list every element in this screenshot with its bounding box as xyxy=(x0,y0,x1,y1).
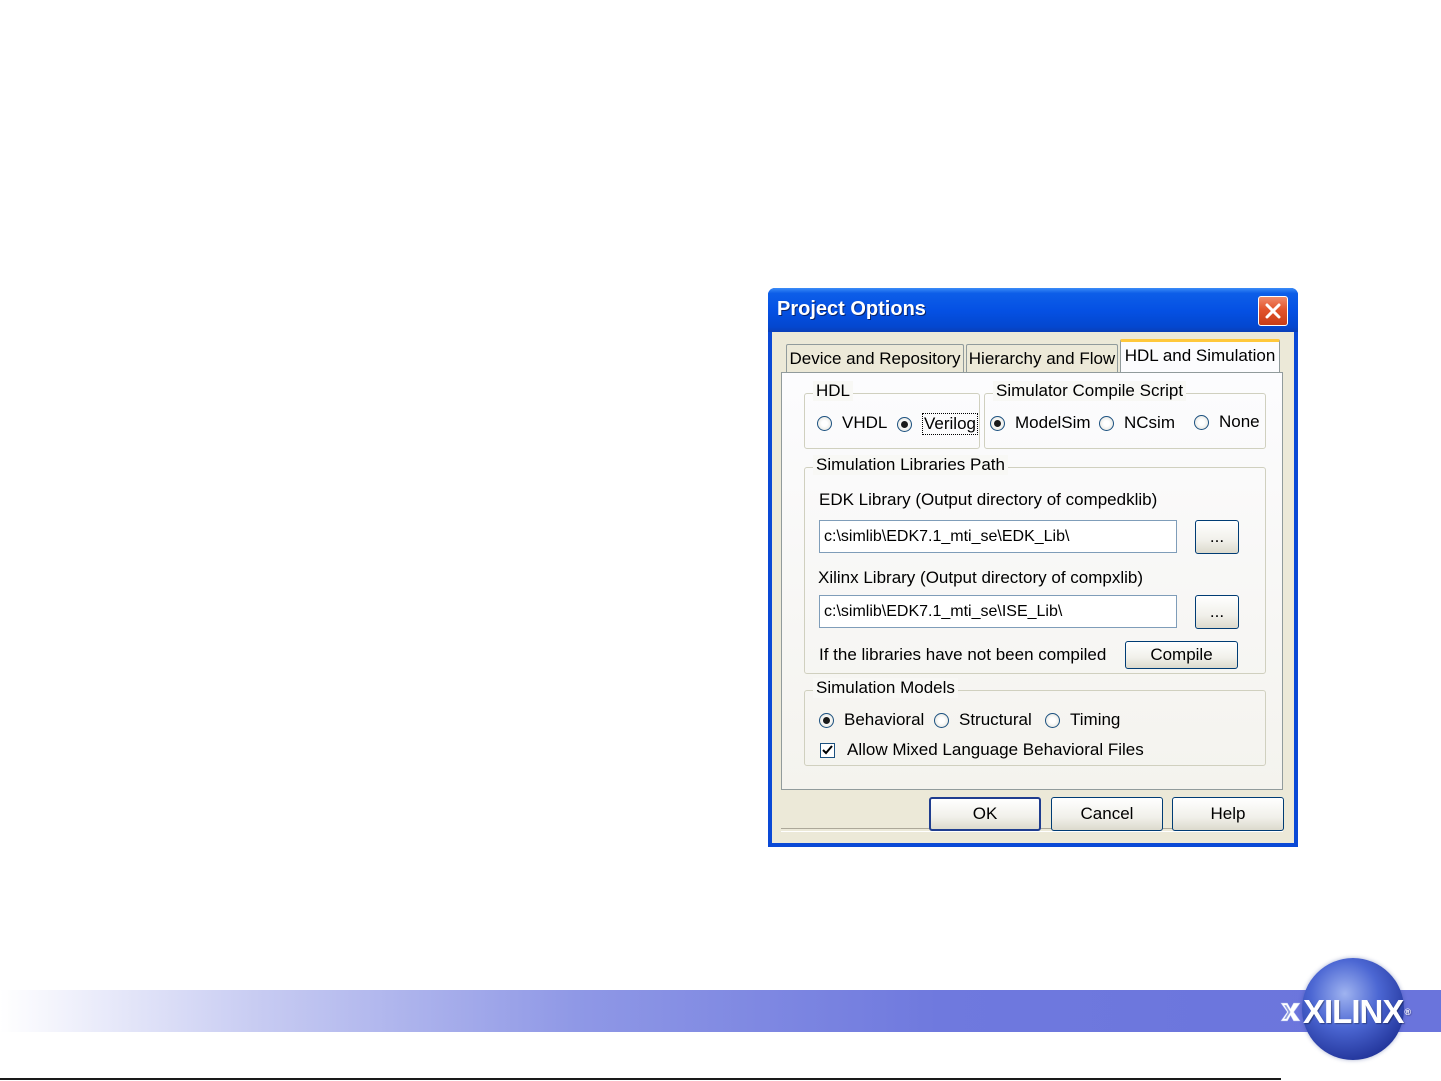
xilinx-logo-text: XILINX xyxy=(1303,993,1404,1030)
radio-behavioral[interactable]: Behavioral xyxy=(819,710,924,730)
models-group-legend: Simulation Models xyxy=(813,678,958,698)
simulation-models-group: Simulation Models Behavioral Structural … xyxy=(804,678,1266,766)
radio-vhdl-indicator xyxy=(817,415,832,431)
dialog-client-area: Device and Repository Hierarchy and Flow… xyxy=(772,332,1294,843)
compile-button[interactable]: Compile xyxy=(1125,641,1238,669)
footer-gradient-band xyxy=(0,990,1441,1032)
compile-note-label: If the libraries have not been compiled xyxy=(819,645,1107,664)
radio-structural-indicator xyxy=(934,712,949,728)
xilinx-library-path-input[interactable] xyxy=(819,595,1177,628)
edk-library-browse-button[interactable]: ... xyxy=(1195,520,1239,554)
simulation-libraries-path-group: Simulation Libraries Path EDK Library (O… xyxy=(804,455,1266,674)
radio-vhdl-label: VHDL xyxy=(842,413,888,432)
radio-structural[interactable]: Structural xyxy=(934,710,1032,730)
tab-hdl-and-simulation[interactable]: HDL and Simulation xyxy=(1120,339,1280,372)
hdl-group-legend: HDL xyxy=(813,381,854,401)
radio-verilog-label: Verilog xyxy=(922,413,978,435)
radio-behavioral-label: Behavioral xyxy=(844,710,925,729)
radio-timing[interactable]: Timing xyxy=(1045,710,1120,730)
radio-none-indicator xyxy=(1194,414,1209,430)
xilinx-wordmark: XILINX ® xyxy=(1280,992,1411,1032)
tab-hierarchy-and-flow[interactable]: Hierarchy and Flow xyxy=(966,344,1118,372)
ok-button[interactable]: OK xyxy=(929,797,1041,831)
allow-mixed-language-label: Allow Mixed Language Behavioral Files xyxy=(847,740,1144,759)
libraries-group-legend: Simulation Libraries Path xyxy=(813,455,1008,475)
radio-none[interactable]: None xyxy=(1194,412,1260,432)
checkbox-indicator xyxy=(820,742,835,758)
radio-verilog[interactable]: Verilog xyxy=(897,413,978,435)
project-options-dialog: Project Options Device and Repository Hi… xyxy=(768,288,1298,847)
allow-mixed-language-checkbox[interactable]: Allow Mixed Language Behavioral Files xyxy=(820,740,1144,760)
radio-ncsim-indicator xyxy=(1099,415,1114,431)
cancel-button[interactable]: Cancel xyxy=(1051,797,1163,831)
radio-behavioral-indicator xyxy=(819,712,834,728)
title-bar[interactable]: Project Options xyxy=(768,288,1298,332)
help-button[interactable]: Help xyxy=(1172,797,1284,831)
radio-modelsim-indicator xyxy=(990,415,1005,431)
registered-mark: ® xyxy=(1404,1007,1411,1017)
dialog-title: Project Options xyxy=(777,298,926,320)
simulator-group-legend: Simulator Compile Script xyxy=(993,381,1187,401)
hdl-group: HDL VHDL Verilog xyxy=(804,381,980,449)
edk-library-label: EDK Library (Output directory of compedk… xyxy=(819,490,1158,509)
close-icon xyxy=(1265,303,1281,319)
tab-device-and-repository[interactable]: Device and Repository xyxy=(786,344,964,372)
radio-ncsim-label: NCsim xyxy=(1124,413,1175,432)
radio-structural-label: Structural xyxy=(959,710,1032,729)
radio-timing-label: Timing xyxy=(1070,710,1121,729)
xilinx-library-label: Xilinx Library (Output directory of comp… xyxy=(818,568,1144,587)
edk-library-path-input[interactable] xyxy=(819,520,1177,553)
radio-timing-indicator xyxy=(1045,712,1060,728)
xilinx-x-icon xyxy=(1280,1002,1301,1022)
radio-none-label: None xyxy=(1219,412,1260,431)
footer-rule xyxy=(0,1078,1281,1080)
radio-vhdl[interactable]: VHDL xyxy=(817,413,887,433)
simulator-compile-script-group: Simulator Compile Script ModelSim NCsim … xyxy=(984,381,1266,449)
tab-panel-hdl-and-simulation: HDL VHDL Verilog Simulator Compile Scrip… xyxy=(781,372,1283,790)
radio-verilog-indicator xyxy=(897,416,912,432)
radio-modelsim-label: ModelSim xyxy=(1015,413,1091,432)
xilinx-logo: XILINX ® xyxy=(1280,958,1411,1060)
radio-ncsim[interactable]: NCsim xyxy=(1099,413,1175,433)
radio-modelsim[interactable]: ModelSim xyxy=(990,413,1091,433)
checkmark-icon xyxy=(822,745,833,755)
close-button[interactable] xyxy=(1258,296,1288,326)
xilinx-library-browse-button[interactable]: ... xyxy=(1195,595,1239,629)
